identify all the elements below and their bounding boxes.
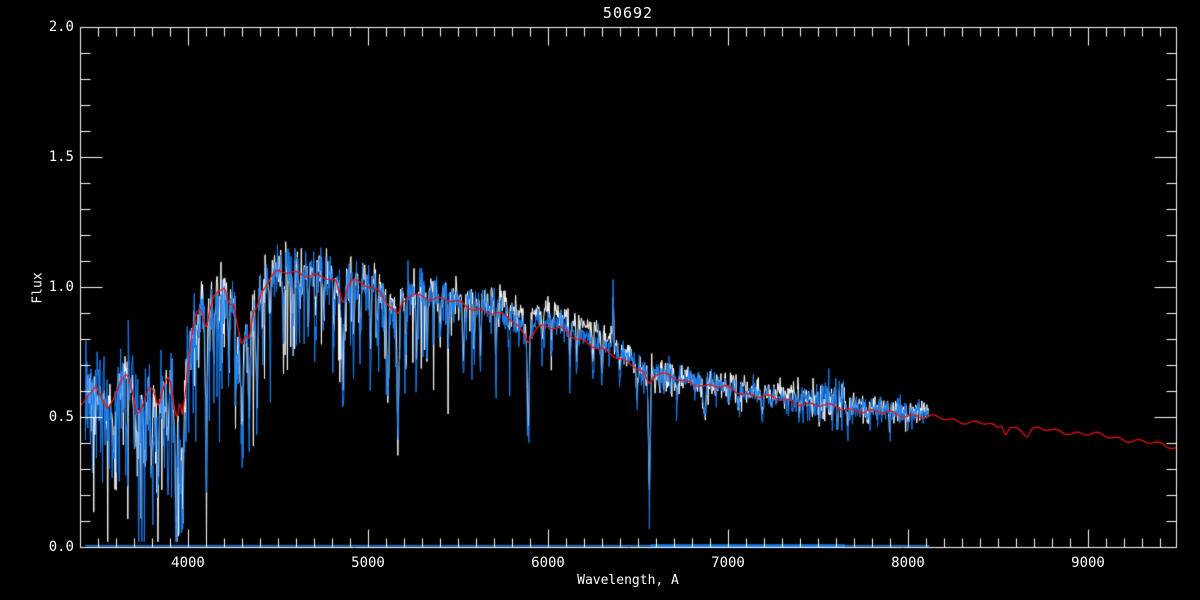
x-tick-label-8000: 8000: [891, 555, 925, 571]
y-tick-label-1.5: 1.5: [48, 149, 74, 165]
spectrum-plot-window: 50692 Wavelength, A Flux 4000 5000 6000 …: [0, 0, 1200, 600]
spectrum-canvas: [0, 0, 1200, 600]
y-tick-label-2.0: 2.0: [48, 19, 74, 35]
x-tick-label-5000: 5000: [351, 555, 385, 571]
y-tick-label-0.5: 0.5: [48, 409, 74, 425]
y-tick-label-1.0: 1.0: [48, 279, 74, 295]
x-tick-label-6000: 6000: [531, 555, 565, 571]
plot-title: 50692: [602, 4, 654, 22]
x-tick-label-4000: 4000: [171, 555, 205, 571]
x-tick-label-7000: 7000: [711, 555, 745, 571]
x-axis-label: Wavelength, A: [577, 573, 679, 588]
y-tick-label-0.0: 0.0: [48, 539, 74, 555]
x-tick-label-9000: 9000: [1071, 555, 1105, 571]
